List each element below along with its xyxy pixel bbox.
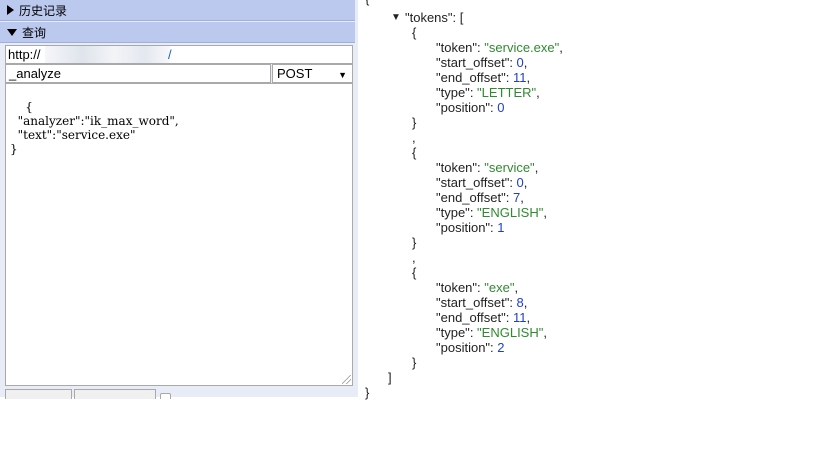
url-prefix: http:// bbox=[8, 47, 41, 62]
path-input[interactable]: _analyze bbox=[5, 64, 271, 83]
token-field: "token": "exe", bbox=[436, 280, 519, 295]
token-close-brace: } bbox=[412, 235, 417, 250]
method-select[interactable]: POST ▼ bbox=[272, 64, 353, 83]
history-label: 历史记录 bbox=[19, 3, 68, 18]
end-offset-field: "end_offset": 7, bbox=[436, 190, 524, 205]
pretty-checkbox[interactable] bbox=[160, 393, 171, 399]
resize-handle-icon[interactable] bbox=[342, 375, 351, 384]
type-field: "type": "ENGLISH", bbox=[436, 205, 547, 220]
history-section-header[interactable]: 历史记录 bbox=[0, 0, 355, 21]
type-field: "type": "LETTER", bbox=[436, 85, 540, 100]
token-open-brace: { bbox=[412, 25, 417, 40]
start-offset-field: "start_offset": 8, bbox=[436, 295, 528, 310]
type-field: "type": "ENGLISH", bbox=[436, 325, 547, 340]
position-field: "position": 0 bbox=[436, 100, 505, 115]
request-panel: 历史记录 查询 http:// / _analyze POST ▼ { "ana… bbox=[0, 0, 358, 399]
submit-button[interactable] bbox=[5, 389, 72, 399]
position-field: "position": 1 bbox=[436, 220, 505, 235]
token-field: "token": "service.exe", bbox=[436, 40, 563, 55]
dropdown-arrow-icon: ▼ bbox=[338, 70, 347, 80]
tokens-close-bracket: ] bbox=[388, 370, 392, 385]
token-open-brace: { bbox=[412, 265, 417, 280]
query-section-header[interactable]: 查询 bbox=[0, 22, 355, 43]
token-close-brace: } bbox=[412, 115, 417, 130]
method-value: POST bbox=[277, 66, 313, 81]
collapse-arrow-icon bbox=[7, 28, 17, 36]
validate-button[interactable] bbox=[74, 389, 156, 399]
tokens-key-line: "tokens": [ bbox=[405, 10, 464, 25]
token-separator: , bbox=[412, 130, 416, 145]
request-body-editor[interactable]: { "analyzer":"ik_max_word", "text":"serv… bbox=[5, 83, 353, 386]
expand-arrow-icon bbox=[7, 5, 14, 15]
end-offset-field: "end_offset": 11, bbox=[436, 310, 531, 325]
json-open-brace: { bbox=[365, 0, 369, 6]
position-field: "position": 2 bbox=[436, 340, 505, 355]
token-separator: , bbox=[412, 250, 416, 265]
token-close-brace: } bbox=[412, 355, 417, 370]
redacted-host bbox=[45, 46, 170, 63]
response-viewer: { ▼ "tokens": [ { "token": "service.exe"… bbox=[360, 0, 819, 460]
end-offset-field: "end_offset": 11, bbox=[436, 70, 531, 85]
start-offset-field: "start_offset": 0, bbox=[436, 175, 528, 190]
collapse-tokens-icon[interactable]: ▼ bbox=[391, 10, 401, 25]
query-label: 查询 bbox=[22, 25, 47, 40]
json-close-brace: } bbox=[365, 385, 370, 400]
start-offset-field: "start_offset": 0, bbox=[436, 55, 528, 70]
request-body-text: { "analyzer":"ik_max_word", "text":"serv… bbox=[10, 100, 179, 156]
token-field: "token": "service", bbox=[436, 160, 539, 175]
token-open-brace: { bbox=[412, 145, 417, 160]
url-suffix: / bbox=[168, 47, 172, 62]
